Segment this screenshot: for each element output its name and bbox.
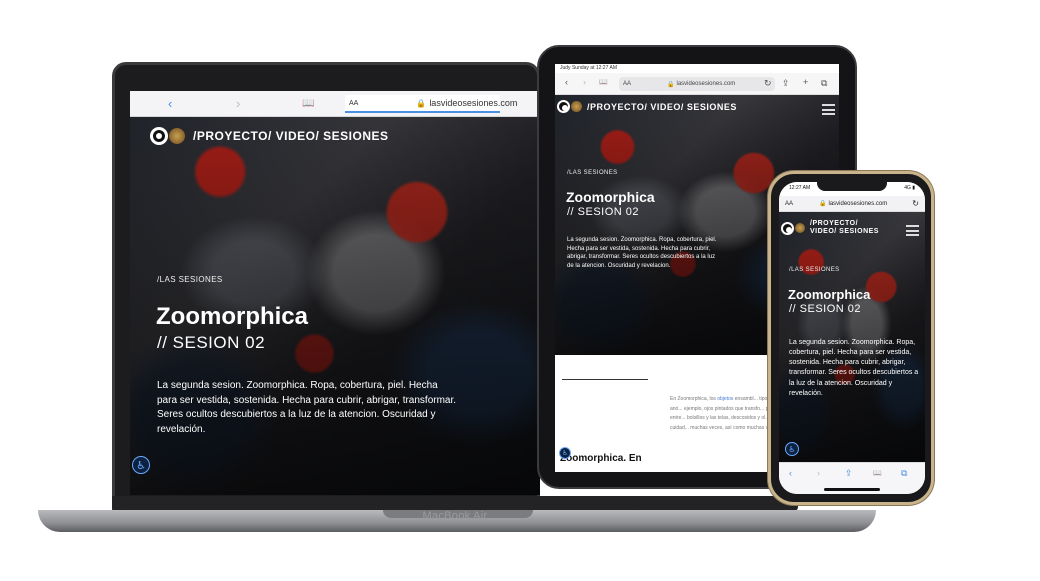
bookmarks-icon[interactable]: 📖	[873, 469, 882, 477]
bookmarks-icon[interactable]: 📖	[599, 78, 608, 86]
site-badge-icon	[571, 101, 582, 112]
status-time: Judy Sunday at 12:27 AM	[560, 65, 617, 71]
phone-screen: 12:27 AM 4G ▮ AA 🔒 lasvideosesiones.com …	[779, 182, 925, 494]
site-title[interactable]: /PROYECTO/ VIDEO/ SESIONES	[193, 129, 389, 143]
site-badge-icon	[169, 128, 185, 144]
back-button[interactable]: ‹	[789, 468, 792, 478]
site-logo-icon[interactable]	[781, 221, 794, 235]
forward-button[interactable]: ›	[817, 468, 820, 478]
article-intro: En Zoomorphica, los	[670, 396, 716, 402]
laptop-brand: MacBook Air	[112, 509, 798, 523]
share-icon[interactable]: ⇪	[845, 468, 853, 479]
article-heading: Zoomorphica. En	[560, 453, 642, 464]
page-subtitle: // SESION 02	[157, 333, 266, 352]
reload-icon[interactable]: ↻	[912, 199, 919, 208]
address-bar[interactable]: AA 🔒 lasvideosesiones.com	[619, 77, 775, 91]
section-kicker[interactable]: /LAS SESIONES	[789, 267, 840, 273]
site-header: /PROYECTO/ VIDEO/ SESIONES	[150, 127, 389, 145]
phone-hero: /PROYECTO/ VIDEO/ SESIONES /LAS SESIONES…	[779, 212, 925, 462]
home-indicator	[824, 488, 880, 491]
address-domain: lasvideosesiones.com	[676, 81, 736, 87]
page-description: La segunda sesion. Zoomorphica. Ropa, co…	[567, 237, 717, 270]
lock-icon: 🔒	[667, 81, 675, 88]
section-kicker[interactable]: /LAS SESIONES	[567, 170, 618, 176]
forward-button[interactable]: ›	[236, 96, 240, 111]
macbook-air-label: MacBook Air	[422, 510, 488, 522]
phone-browser-toolbar: ‹ › ⇪ 📖 ⧉	[779, 462, 925, 494]
site-logo-icon[interactable]	[150, 127, 168, 145]
lock-icon: 🔒	[819, 201, 827, 207]
accessibility-icon[interactable]: ♿	[132, 456, 150, 474]
site-title[interactable]: /PROYECTO/ VIDEO/ SESIONES	[810, 220, 882, 237]
section-kicker[interactable]: /LAS SESIONES	[157, 275, 223, 284]
text-size-button[interactable]: AA	[623, 81, 631, 87]
lock-icon: 🔒	[416, 98, 427, 108]
accessibility-icon[interactable]: ♿	[559, 447, 571, 459]
address-domain: lasvideosesiones.com	[429, 98, 518, 108]
page-description: La segunda sesion. Zoomorphica. Ropa, co…	[157, 380, 457, 435]
page-subtitle: // SESION 02	[789, 303, 862, 315]
hero-overlay	[779, 212, 925, 462]
forward-button[interactable]: ›	[583, 77, 586, 87]
text-size-button[interactable]: AA	[349, 100, 358, 107]
page-subtitle: // SESION 02	[567, 206, 640, 218]
tablet-browser-toolbar: ‹ › 📖 AA 🔒 lasvideosesiones.com ↻ ⇪ + ⧉	[555, 73, 839, 95]
laptop-browser-toolbar: ‹ › 📖 AA 🔒 lasvideosesiones.com	[130, 91, 540, 117]
site-logo-icon[interactable]	[557, 100, 570, 113]
address-bar[interactable]: AA 🔒 lasvideosesiones.com	[345, 95, 517, 113]
back-button[interactable]: ‹	[168, 96, 172, 111]
laptop-screen: ‹ › 📖 AA 🔒 lasvideosesiones.com /PROYECT…	[130, 91, 540, 495]
page-title: Zoomorphica	[566, 189, 655, 205]
status-time: 12:27 AM	[789, 185, 811, 191]
site-header: /PROYECTO/ VIDEO/ SESIONES	[781, 220, 882, 237]
address-domain: lasvideosesiones.com	[828, 200, 888, 207]
site-badge-icon	[795, 223, 805, 234]
phone-notch	[817, 182, 887, 191]
reload-icon[interactable]: ↻	[764, 78, 772, 89]
site-header: /PROYECTO/ VIDEO/ SESIONES	[557, 100, 737, 113]
tabs-icon[interactable]: ⧉	[901, 468, 907, 479]
site-title[interactable]: /PROYECTO/ VIDEO/ SESIONES	[587, 102, 737, 112]
page-title: Zoomorphica	[788, 287, 871, 302]
back-button[interactable]: ‹	[565, 77, 568, 87]
accessibility-icon[interactable]: ♿	[785, 442, 799, 456]
tablet-status-bar: Judy Sunday at 12:27 AM	[555, 64, 839, 73]
menu-icon[interactable]	[822, 104, 835, 115]
address-bar[interactable]: AA 🔒 lasvideosesiones.com ↻	[779, 196, 925, 212]
section-divider	[562, 379, 648, 380]
new-tab-button[interactable]: +	[803, 77, 808, 87]
text-size-button[interactable]: AA	[785, 201, 793, 207]
article-link[interactable]: objetos	[717, 396, 733, 402]
page-description: La segunda sesion. Zoomorphica. Ropa, co…	[789, 339, 919, 397]
tabs-icon[interactable]: ⧉	[821, 78, 827, 89]
menu-icon[interactable]	[906, 225, 919, 236]
page-title: Zoomorphica	[156, 303, 309, 330]
status-signal: 4G ▮	[904, 185, 915, 191]
share-icon[interactable]: ⇪	[782, 78, 790, 89]
bookmarks-icon[interactable]: 📖	[302, 98, 314, 109]
